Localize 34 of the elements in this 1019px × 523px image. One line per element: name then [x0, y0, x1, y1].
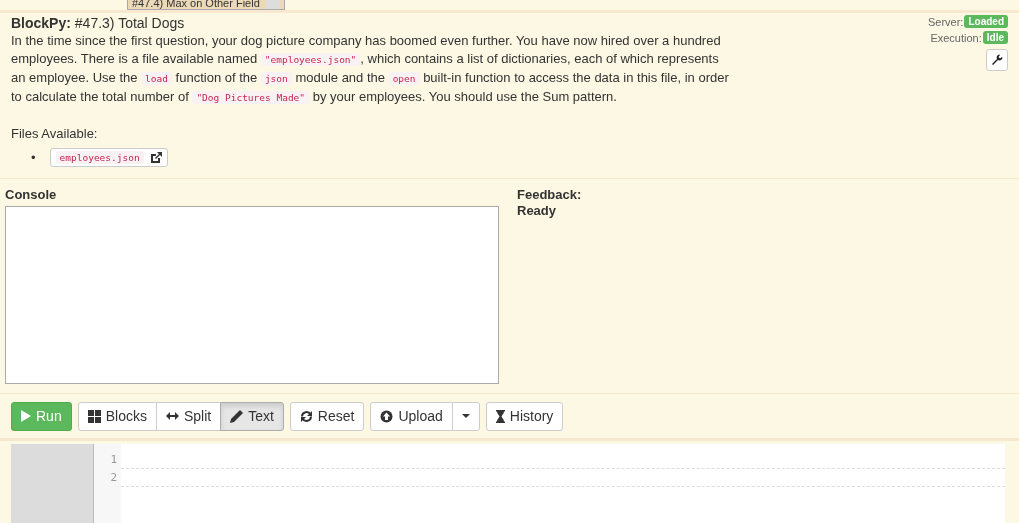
- console-field[interactable]: [5, 206, 499, 384]
- line-number: 1: [109, 452, 117, 468]
- description-text: In the time since the first question, your dog picture company has boomed even further. You have now hired over a hundred employees. There is a file available named "employees.json" , which contains a list of dictionaries, each of which represents an employee. Use the load function of the json module and the open built-in function to access the data in this file, in order to calculate the total number of "Dog Pictures Made" by your employees. You should use the Sum pattern.: [11, 32, 730, 106]
- server-label: Server:: [927, 15, 964, 28]
- problem-title: BlockPy: #47.3) Total Dogs: [11, 15, 186, 32]
- hourglass-icon: [495, 409, 505, 423]
- double-arrow-icon: [165, 412, 179, 420]
- console-label: Console: [5, 187, 58, 203]
- play-icon: [21, 410, 31, 422]
- refresh-icon: [299, 409, 313, 423]
- caret-icon: [461, 414, 470, 418]
- wrench-icon: [991, 54, 1003, 66]
- reset-button[interactable]: Reset: [289, 401, 365, 431]
- external-link-icon: [149, 151, 162, 164]
- mode-tab[interactable]: Split: [155, 401, 222, 431]
- mode-tab[interactable]: Text: [220, 401, 284, 431]
- execution-label: Execution:: [930, 31, 982, 44]
- dropdown-button[interactable]: [451, 401, 480, 431]
- feedback-label: Feedback:: [517, 187, 582, 203]
- problem-dropdown[interactable]: #47.4) Max on Other Field: [127, 0, 285, 10]
- feedback-message: Ready: [517, 203, 558, 219]
- file-link[interactable]: employees.json: [49, 148, 168, 167]
- mode-tab[interactable]: Blocks: [77, 401, 157, 431]
- settings-button[interactable]: [986, 49, 1008, 71]
- list-bullet: •: [31, 150, 36, 165]
- execution-status: Idle: [982, 31, 1008, 44]
- upload-icon: [380, 409, 394, 423]
- history-button[interactable]: History: [485, 401, 564, 431]
- grid-icon: [87, 409, 101, 423]
- files-label: Files Available:: [11, 125, 99, 143]
- upload-button[interactable]: Upload: [370, 401, 453, 431]
- server-status: Loaded: [964, 15, 1008, 28]
- pencil-icon: [230, 409, 244, 423]
- line-number: 2: [109, 470, 117, 486]
